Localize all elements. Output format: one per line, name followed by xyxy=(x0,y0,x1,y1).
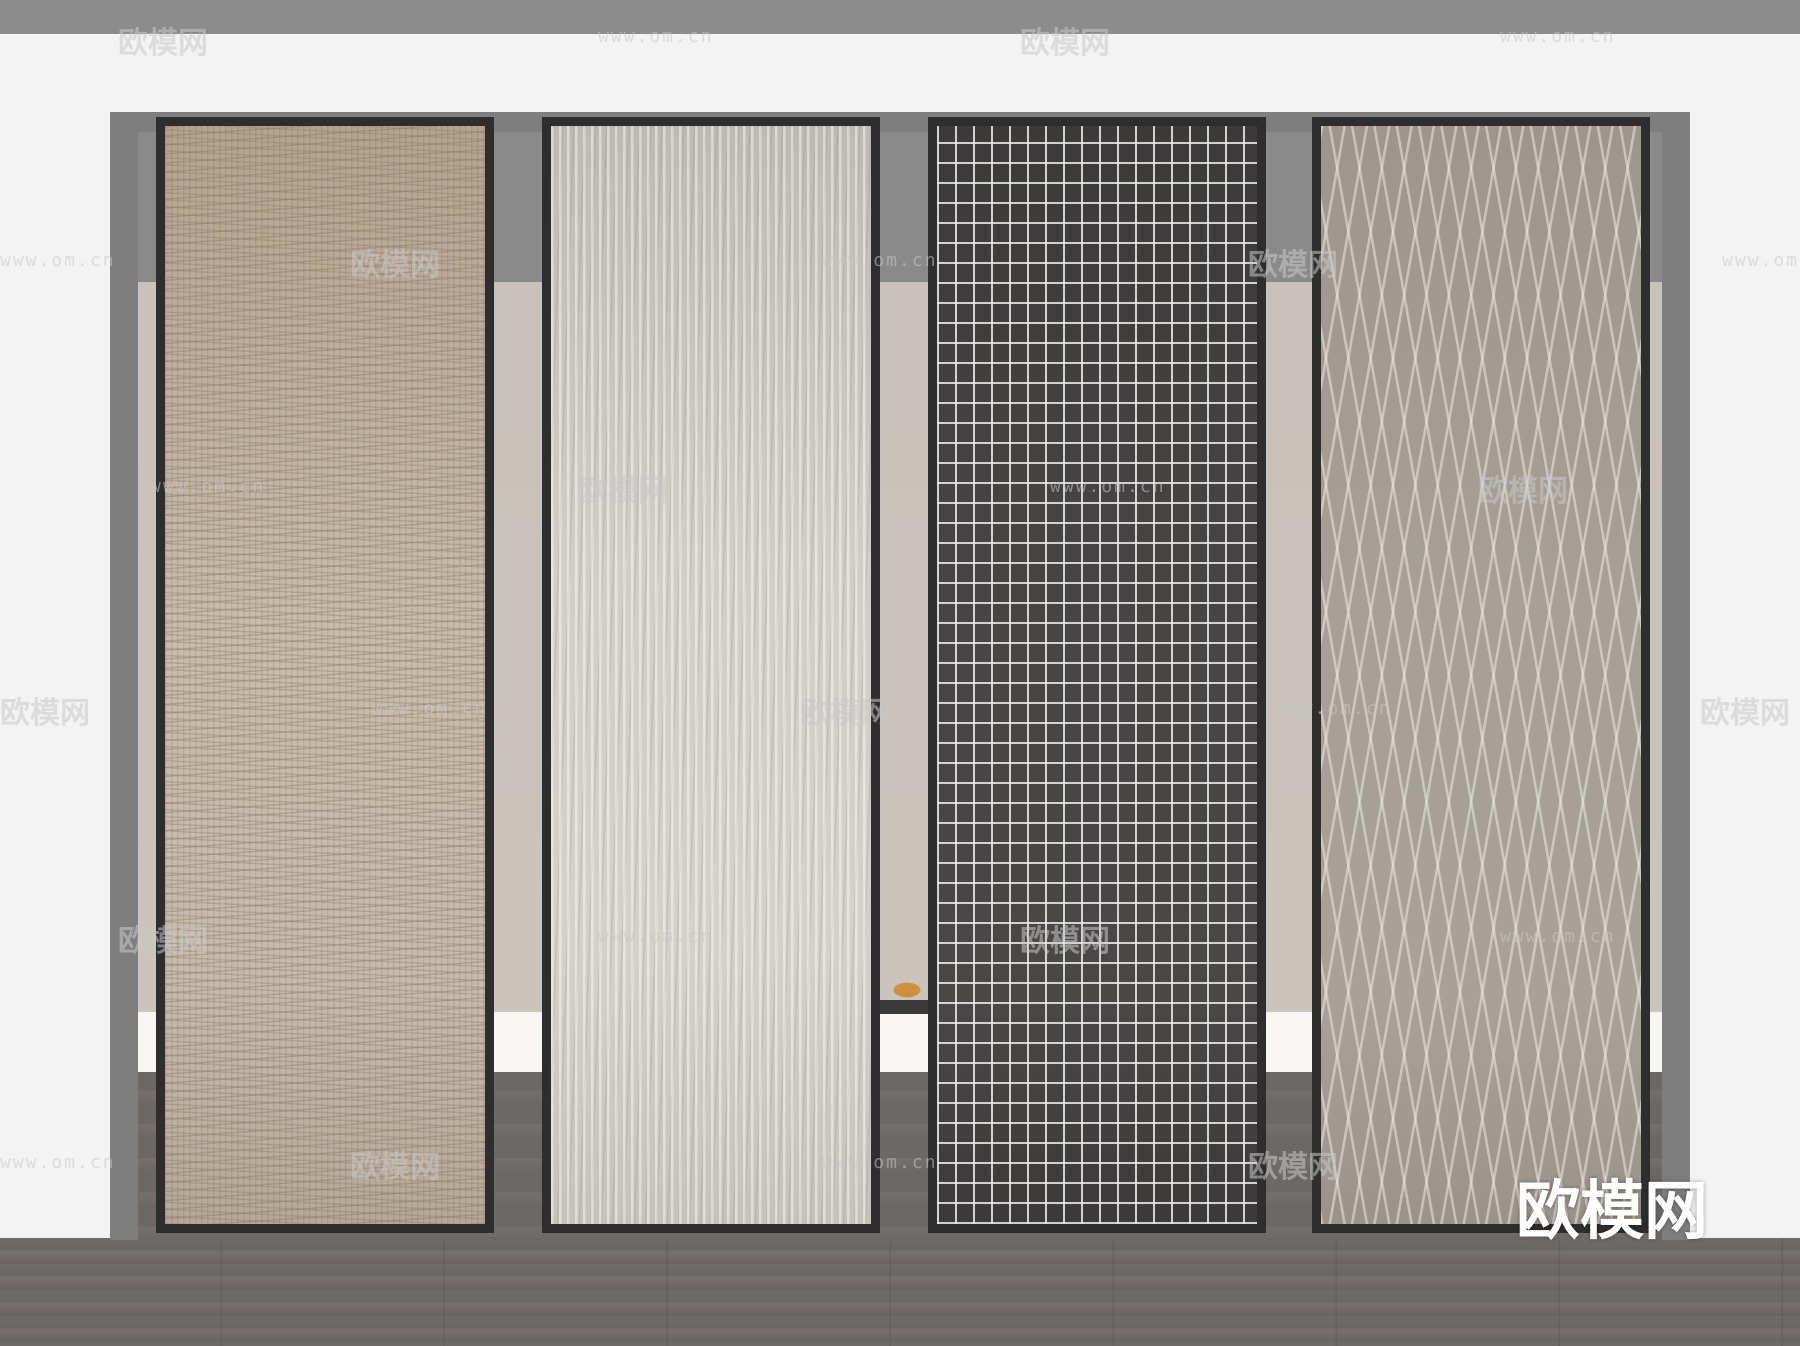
room-scene: 欧模网 www.om.cn 欧模网 www.om.cn www.om.cn 欧模… xyxy=(0,0,1800,1346)
partition-panel-grid xyxy=(928,117,1266,1233)
ceiling-strip xyxy=(0,0,1800,34)
partition-panel-crosshatch xyxy=(156,117,494,1233)
corner-logo: 欧模网 xyxy=(1516,1175,1708,1249)
floor-board-seams xyxy=(0,1238,1800,1346)
partition-panel-wavy xyxy=(1312,117,1650,1233)
partition-panel-streaks xyxy=(542,117,880,1233)
